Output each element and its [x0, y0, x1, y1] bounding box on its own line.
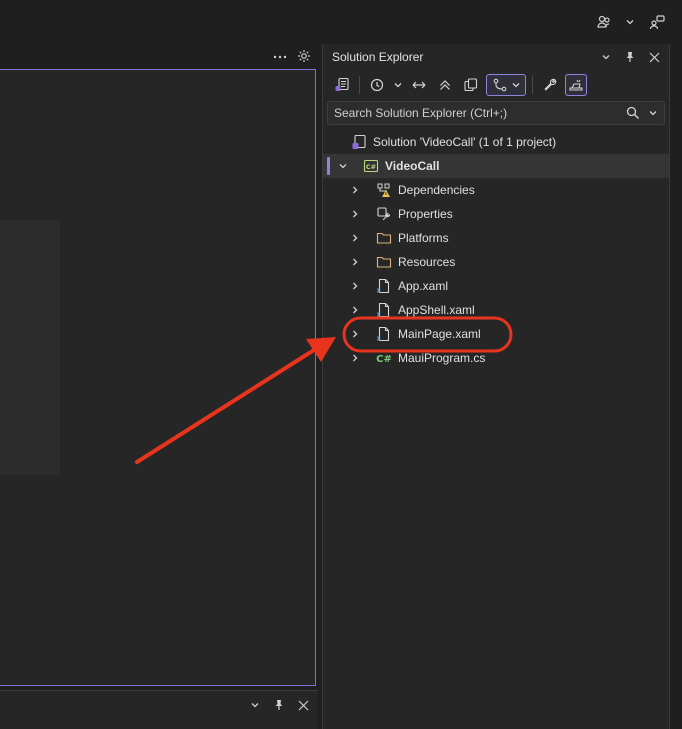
tree-item-solution[interactable]: Solution 'VideoCall' (1 of 1 project) [323, 130, 669, 154]
dependencies-warning-icon [376, 182, 392, 198]
chevron-right-icon[interactable] [348, 231, 362, 245]
chevron-down-icon[interactable] [646, 104, 660, 122]
solution-tree: Solution 'VideoCall' (1 of 1 project) C#… [323, 130, 669, 370]
solution-explorer-search-input[interactable]: Search Solution Explorer (Ctrl+;) [327, 101, 665, 125]
switch-views-icon[interactable] [331, 74, 353, 96]
csharp-project-icon: C# [363, 158, 379, 174]
gear-icon[interactable] [296, 48, 312, 64]
tree-item-label: VideoCall [385, 159, 440, 173]
chevron-down-icon[interactable] [248, 698, 262, 712]
editor-header [0, 44, 318, 69]
tree-item-label: MainPage.xaml [398, 327, 481, 341]
xaml-file-icon [376, 278, 392, 294]
tree-item-project[interactable]: C# VideoCall [323, 154, 669, 178]
editor-area [0, 44, 318, 688]
chevron-right-icon[interactable] [348, 351, 362, 365]
tree-item-label: App.xaml [398, 279, 449, 293]
chevron-right-icon[interactable] [348, 207, 362, 221]
tree-item-mainpage-xaml[interactable]: MainPage.xaml [323, 322, 669, 346]
solution-explorer-toolbar [331, 72, 663, 98]
selection-indicator [327, 157, 330, 175]
tree-item-label: Properties [398, 207, 453, 221]
chevron-down-icon[interactable] [597, 48, 615, 66]
solution-icon [351, 134, 367, 150]
tree-item-label: Dependencies [398, 183, 475, 197]
chevron-down-icon[interactable] [392, 74, 404, 96]
solution-explorer-panel: Solution Explorer Search Solution Explor… [322, 44, 670, 729]
toolbar-separator [359, 76, 360, 94]
tree-item-mauiprogram-cs[interactable]: C# MauiProgram.cs [323, 346, 669, 370]
chevron-right-icon[interactable] [348, 303, 362, 317]
show-all-files-icon[interactable] [460, 74, 482, 96]
csharp-file-icon: C# [376, 350, 392, 366]
editor-preview-region [0, 220, 60, 475]
tree-item-app-xaml[interactable]: App.xaml [323, 274, 669, 298]
live-share-icon[interactable] [594, 11, 614, 33]
chevron-right-icon[interactable] [348, 279, 362, 293]
svg-text:C#: C# [366, 163, 376, 171]
feedback-icon[interactable] [646, 11, 668, 33]
tree-item-properties[interactable]: Properties [323, 202, 669, 226]
tree-item-label: MauiProgram.cs [398, 351, 486, 365]
tree-item-label: Platforms [398, 231, 449, 245]
more-options-icon[interactable] [272, 49, 288, 65]
folder-icon [376, 230, 392, 246]
preview-selected-items-icon[interactable] [565, 74, 587, 96]
pending-changes-icon[interactable] [366, 74, 388, 96]
close-icon[interactable] [645, 48, 663, 66]
chevron-right-icon[interactable] [348, 183, 362, 197]
title-bar [0, 0, 682, 44]
close-icon[interactable] [295, 697, 311, 713]
chevron-right-icon[interactable] [348, 255, 362, 269]
collapse-all-icon[interactable] [434, 74, 456, 96]
toolbar-separator [532, 76, 533, 94]
pin-icon[interactable] [621, 48, 639, 66]
tree-item-label: Resources [398, 255, 456, 269]
tree-item-resources[interactable]: Resources [323, 250, 669, 274]
tree-item-dependencies[interactable]: Dependencies [323, 178, 669, 202]
xaml-file-icon [376, 326, 392, 342]
panel-title: Solution Explorer [332, 50, 424, 64]
tree-item-label: Solution 'VideoCall' (1 of 1 project) [373, 135, 557, 149]
tree-item-label: AppShell.xaml [398, 303, 475, 317]
editor-canvas[interactable] [0, 69, 316, 686]
tree-item-platforms[interactable]: Platforms [323, 226, 669, 250]
bottom-tool-panel [0, 690, 318, 729]
properties-wrench-icon [376, 206, 392, 222]
search-placeholder: Search Solution Explorer (Ctrl+;) [334, 106, 508, 120]
svg-text:C#: C# [376, 354, 392, 365]
folder-icon [376, 254, 392, 270]
search-icon[interactable] [624, 104, 642, 122]
tree-item-appshell-xaml[interactable]: AppShell.xaml [323, 298, 669, 322]
xaml-file-icon [376, 302, 392, 318]
chevron-down-icon[interactable] [336, 159, 350, 173]
filter-toggle[interactable] [486, 74, 526, 96]
chevron-down-icon[interactable] [622, 11, 638, 33]
sync-with-active-document-icon[interactable] [408, 74, 430, 96]
properties-wrench-icon[interactable] [539, 74, 561, 96]
chevron-right-icon[interactable] [348, 327, 362, 341]
pin-icon[interactable] [271, 697, 287, 713]
